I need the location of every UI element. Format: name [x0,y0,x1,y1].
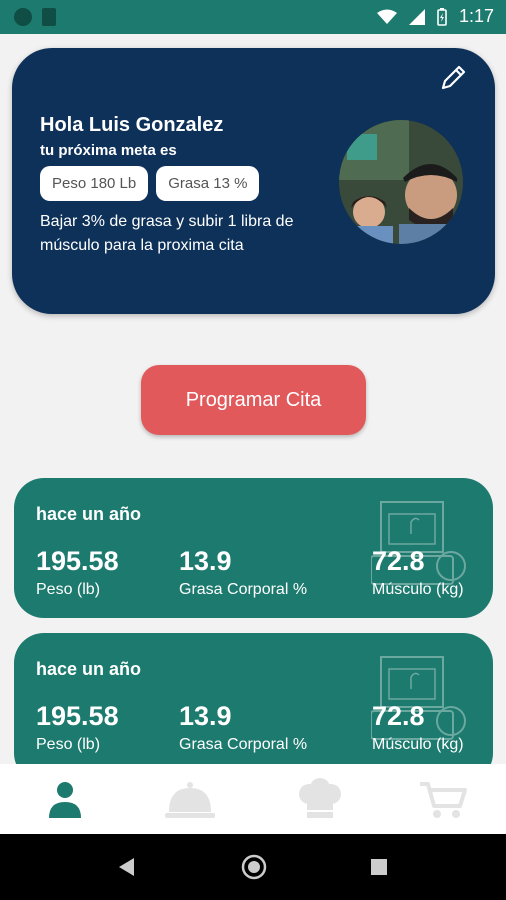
nav-recipes-chef-hat-icon[interactable] [295,778,345,820]
status-bar: 1:17 [0,0,506,34]
greeting-title: Hola Luis Gonzalez [40,114,224,136]
schedule-appointment-button[interactable]: Programar Cita [141,365,366,435]
goal-card: Hola Luis Gonzalez tu próxima meta es Pe… [12,48,495,314]
goal-description: Bajar 3% de grasa y subir 1 libra de mús… [40,213,294,254]
nav-meals-cloche-icon[interactable] [165,778,215,820]
card-period: hace un año [36,659,142,679]
profile-avatar[interactable] [339,120,463,244]
back-icon[interactable] [116,856,136,878]
edit-pencil-icon[interactable] [437,62,469,94]
bottom-nav [0,764,506,834]
stats-card-1[interactable]: hace un año 195.58 Peso (lb) 13.9 Grasa … [14,478,493,618]
metric-weight: 195.58 Peso (lb) [36,701,119,754]
nav-profile-user-icon[interactable] [40,778,90,820]
goal-chips: Peso 180 Lb Grasa 13 % [40,166,260,201]
system-nav-bar [0,834,506,900]
metric-body-fat-value: 13.9 [179,701,232,731]
metric-body-fat-label: Grasa Corporal % [179,581,308,598]
metric-weight-label: Peso (lb) [36,736,101,753]
metric-weight-value: 195.58 [36,546,119,576]
stats-card-2[interactable]: hace un año 195.58 Peso (lb) 13.9 Grasa … [14,633,493,783]
metric-weight-label: Peso (lb) [36,581,101,598]
metric-body-fat: 13.9 Grasa Corporal % [179,701,307,754]
profile-photo [339,120,463,244]
goal-subtitle: tu próxima meta es [40,142,177,159]
signal-icon [408,8,425,25]
metric-muscle: 72.8 Músculo (kg) [372,546,464,599]
sd-card-icon [42,8,56,26]
status-left [14,8,56,26]
battery-icon [437,7,447,26]
home-icon[interactable] [241,854,267,880]
nav-shop-cart-icon[interactable] [418,778,468,820]
status-right: 1:17 [376,6,494,27]
metric-muscle: 72.8 Músculo (kg) [372,701,464,754]
metric-weight: 195.58 Peso (lb) [36,546,119,599]
metric-body-fat-value: 13.9 [179,546,232,576]
recents-icon[interactable] [370,858,388,876]
goal-chip-weight: Peso 180 Lb [40,166,149,201]
metric-muscle-label: Músculo (kg) [372,736,464,753]
card-period: hace un año [36,504,142,524]
metric-weight-value: 195.58 [36,701,119,731]
metric-muscle-label: Músculo (kg) [372,581,464,598]
metric-muscle-value: 72.8 [372,701,425,731]
wifi-icon [376,9,397,24]
metric-body-fat: 13.9 Grasa Corporal % [179,546,307,599]
status-time: 1:17 [458,6,494,26]
metric-body-fat-label: Grasa Corporal % [179,736,308,753]
goal-chip-fat: Grasa 13 % [156,166,260,201]
metric-muscle-value: 72.8 [372,546,425,576]
notification-dot-icon [14,8,32,26]
